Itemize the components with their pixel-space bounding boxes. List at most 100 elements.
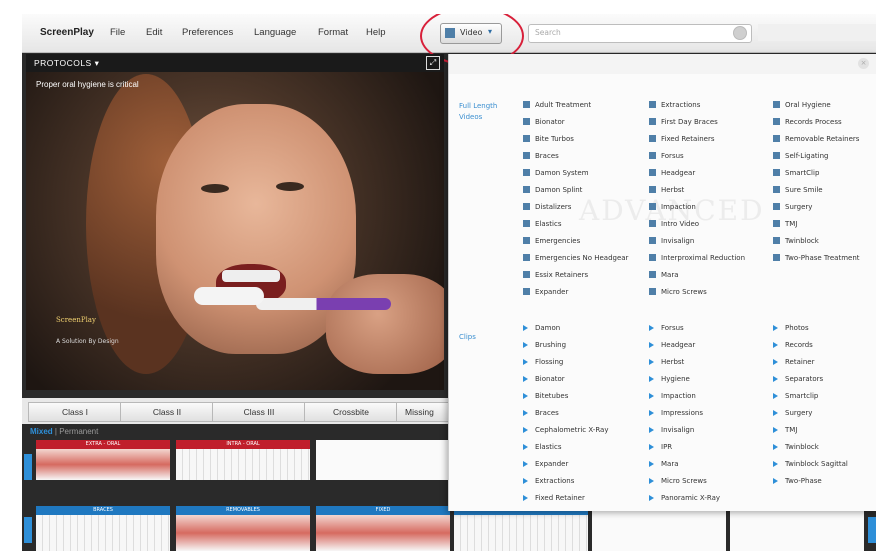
fullscreen-icon[interactable]: ⤢: [426, 56, 440, 70]
video-item-fixed-retainers[interactable]: Fixed Retainers: [649, 135, 714, 143]
clip-item-micro-screws[interactable]: Micro Screws: [649, 477, 707, 485]
video-item-elastics[interactable]: Elastics: [523, 220, 562, 228]
clip-item-ipr[interactable]: IPR: [649, 443, 672, 451]
clip-item-extractions[interactable]: Extractions: [523, 477, 574, 485]
protocols-menu[interactable]: PROTOCOLS ▾: [34, 58, 99, 69]
video-item-mara[interactable]: Mara: [649, 271, 679, 279]
thumbnail-intra-oral[interactable]: INTRA - ORAL: [176, 440, 310, 480]
video-item-expander[interactable]: Expander: [523, 288, 568, 296]
toolbar-spacer: [758, 24, 876, 41]
menu-format[interactable]: Format: [318, 27, 348, 38]
scroll-right-arrow[interactable]: [868, 517, 876, 543]
clip-item-records[interactable]: Records: [773, 341, 813, 349]
clip-item-braces[interactable]: Braces: [523, 409, 559, 417]
clip-item-retainer[interactable]: Retainer: [773, 358, 814, 366]
tab-class-ii[interactable]: Class II: [120, 402, 214, 422]
item-label: Impaction: [661, 392, 696, 400]
clip-item-surgery[interactable]: Surgery: [773, 409, 812, 417]
clip-item-damon[interactable]: Damon: [523, 324, 560, 332]
clear-icon[interactable]: ×: [858, 58, 869, 69]
video-item-impaction[interactable]: Impaction: [649, 203, 696, 211]
video-item-emergencies-no-headgear[interactable]: Emergencies No Headgear: [523, 254, 628, 262]
clip-item-panoramic-x-ray[interactable]: Panoramic X-Ray: [649, 494, 720, 502]
clip-item-bitetubes[interactable]: Bitetubes: [523, 392, 568, 400]
video-item-distalizers[interactable]: Distalizers: [523, 203, 571, 211]
clip-item-photos[interactable]: Photos: [773, 324, 809, 332]
video-item-adult-treatment[interactable]: Adult Treatment: [523, 101, 591, 109]
video-item-damon-system[interactable]: Damon System: [523, 169, 589, 177]
menu-file[interactable]: File: [110, 27, 125, 38]
clip-item-mara[interactable]: Mara: [649, 460, 679, 468]
play-triangle-icon: [523, 359, 528, 365]
search-icon[interactable]: [733, 26, 747, 40]
video-item-tmj[interactable]: TMJ: [773, 220, 797, 228]
clip-item-elastics[interactable]: Elastics: [523, 443, 562, 451]
clip-item-two-phase[interactable]: Two-Phase: [773, 477, 822, 485]
tab-crossbite[interactable]: Crossbite: [304, 402, 398, 422]
video-item-headgear[interactable]: Headgear: [649, 169, 695, 177]
video-item-two-phase-treatment[interactable]: Two-Phase Treatment: [773, 254, 860, 262]
clip-item-brushing[interactable]: Brushing: [523, 341, 566, 349]
video-item-removable-retainers[interactable]: Removable Retainers: [773, 135, 859, 143]
video-item-smartclip[interactable]: SmartClip: [773, 169, 819, 177]
tab-permanent[interactable]: Permanent: [59, 427, 98, 436]
dropdown-header: ×: [449, 54, 876, 74]
clip-item-twinblock-sagittal[interactable]: Twinblock Sagittal: [773, 460, 848, 468]
search-box[interactable]: Search: [528, 24, 752, 43]
video-item-records-process[interactable]: Records Process: [773, 118, 842, 126]
video-item-intro-video[interactable]: Intro Video: [649, 220, 699, 228]
clip-item-fixed-retainer[interactable]: Fixed Retainer: [523, 494, 585, 502]
menu-preferences[interactable]: Preferences: [182, 27, 233, 38]
clip-item-tmj[interactable]: TMJ: [773, 426, 797, 434]
video-item-essix-retainers[interactable]: Essix Retainers: [523, 271, 588, 279]
clip-item-bionator[interactable]: Bionator: [523, 375, 565, 383]
video-item-surgery[interactable]: Surgery: [773, 203, 812, 211]
clip-item-invisalign[interactable]: Invisalign: [649, 426, 694, 434]
scroll-left-arrow[interactable]: [24, 454, 32, 480]
scroll-left-arrow[interactable]: [24, 517, 32, 543]
video-item-invisalign[interactable]: Invisalign: [649, 237, 694, 245]
app-brand: ScreenPlay: [40, 27, 94, 38]
item-label: Records: [785, 341, 813, 349]
video-item-micro-screws[interactable]: Micro Screws: [649, 288, 707, 296]
menu-language[interactable]: Language: [254, 27, 296, 38]
clip-item-headgear[interactable]: Headgear: [649, 341, 695, 349]
clip-item-expander[interactable]: Expander: [523, 460, 568, 468]
clip-item-separators[interactable]: Separators: [773, 375, 823, 383]
video-item-self-ligating[interactable]: Self-Ligating: [773, 152, 828, 160]
video-bullet-icon: [649, 237, 656, 244]
clip-item-forsus[interactable]: Forsus: [649, 324, 684, 332]
thumbnail-extractions[interactable]: EXTRACTIONS: [454, 506, 588, 551]
video-item-oral-hygiene[interactable]: Oral Hygiene: [773, 101, 831, 109]
menu-edit[interactable]: Edit: [146, 27, 162, 38]
video-item-forsus[interactable]: Forsus: [649, 152, 684, 160]
video-item-emergencies[interactable]: Emergencies: [523, 237, 580, 245]
video-item-braces[interactable]: Braces: [523, 152, 559, 160]
thumbnail-fixed[interactable]: FIXED: [316, 506, 450, 551]
clip-item-twinblock[interactable]: Twinblock: [773, 443, 819, 451]
video-item-twinblock[interactable]: Twinblock: [773, 237, 819, 245]
clip-item-flossing[interactable]: Flossing: [523, 358, 563, 366]
video-item-sure-smile[interactable]: Sure Smile: [773, 186, 823, 194]
video-player[interactable]: PROTOCOLS ▾ ⤢ Proper oral hygiene is cri…: [26, 54, 444, 390]
thumbnail-removables[interactable]: REMOVABLES: [176, 506, 310, 551]
video-item-damon-splint[interactable]: Damon Splint: [523, 186, 582, 194]
video-item-bionator[interactable]: Bionator: [523, 118, 565, 126]
thumbnail-extra-oral[interactable]: EXTRA - ORAL: [36, 440, 170, 480]
clip-item-herbst[interactable]: Herbst: [649, 358, 684, 366]
video-item-extractions[interactable]: Extractions: [649, 101, 700, 109]
video-item-interproximal-reduction[interactable]: Interproximal Reduction: [649, 254, 745, 262]
tab-mixed[interactable]: Mixed: [30, 427, 53, 436]
tab-class-iii[interactable]: Class III: [212, 402, 306, 422]
video-item-bite-turbos[interactable]: Bite Turbos: [523, 135, 574, 143]
clip-item-impressions[interactable]: Impressions: [649, 409, 703, 417]
tab-class-i[interactable]: Class I: [28, 402, 122, 422]
thumbnail-braces[interactable]: BRACES: [36, 506, 170, 551]
clip-item-smartclip[interactable]: Smartclip: [773, 392, 818, 400]
clip-item-hygiene[interactable]: Hygiene: [649, 375, 690, 383]
clip-item-impaction[interactable]: Impaction: [649, 392, 696, 400]
video-item-herbst[interactable]: Herbst: [649, 186, 684, 194]
clip-item-cephalometric-x-ray[interactable]: Cephalometric X-Ray: [523, 426, 608, 434]
menu-help[interactable]: Help: [366, 27, 386, 38]
video-item-first-day-braces[interactable]: First Day Braces: [649, 118, 718, 126]
